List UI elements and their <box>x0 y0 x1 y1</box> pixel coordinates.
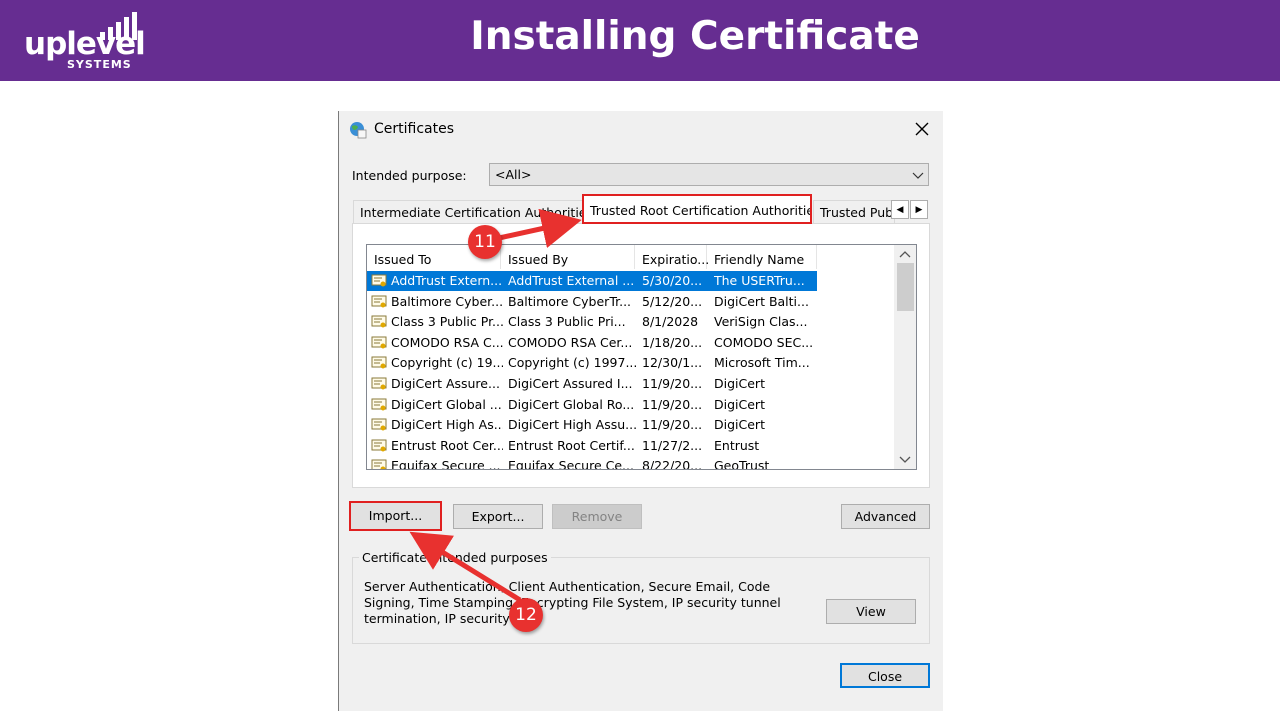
import-button[interactable]: Import... <box>349 501 442 531</box>
table-cell: Copyright (c) 1997... <box>508 355 636 371</box>
step-callout-11: 11 <box>468 225 502 259</box>
table-cell: 5/12/20... <box>642 293 703 309</box>
slide-title: Installing Certificate <box>470 14 920 59</box>
table-cell: 12/30/1... <box>642 355 703 371</box>
column-header-expiration[interactable]: Expiratio... <box>635 245 709 269</box>
table-cell: COMODO SEC... <box>714 334 814 350</box>
table-cell: DigiCert Assure... <box>391 376 500 391</box>
table-cell: Equifax Secure Ce... <box>508 458 634 470</box>
table-cell: Entrust <box>714 437 760 453</box>
table-cell: 5/30/20... <box>642 273 703 288</box>
certificates-dialog: Certificates Intended purpose: <All> Int… <box>338 111 943 711</box>
table-row[interactable]: DigiCert Global ... DigiCert Global Ro...… <box>367 395 817 415</box>
table-row[interactable]: Copyright (c) 19... Copyright (c) 1997...… <box>367 353 817 373</box>
table-cell: DigiCert Global Ro... <box>508 396 635 412</box>
scroll-down-icon[interactable] <box>898 452 912 466</box>
table-row[interactable]: COMODO RSA C... COMODO RSA Cer... 1/18/20.… <box>367 333 817 353</box>
table-cell: 11/9/20... <box>642 376 703 391</box>
close-icon[interactable] <box>913 120 931 138</box>
table-row[interactable]: Equifax Secure ... Equifax Secure Ce... 8/… <box>367 456 817 470</box>
table-cell: DigiCert Balti... <box>714 293 809 309</box>
tab-scroll-right-button[interactable]: ▶ <box>910 200 928 219</box>
tab-scroll-arrows: ◀ ▶ <box>891 200 929 220</box>
table-cell: Entrust Root Cer... <box>391 437 503 453</box>
table-cell: COMODO RSA C... <box>391 334 503 350</box>
column-header-issued-by[interactable]: Issued By <box>501 245 635 269</box>
table-cell: DigiCert <box>714 417 765 433</box>
table-cell: 11/9/20... <box>642 417 703 433</box>
certificate-list[interactable]: Issued To Issued By Expiratio... Friendl… <box>366 244 917 470</box>
table-row[interactable]: AddTrust Extern... AddTrust External ... 5… <box>367 271 817 291</box>
scroll-thumb[interactable] <box>897 263 914 311</box>
table-row[interactable]: DigiCert Assure... DigiCert Assured I... 1… <box>367 374 817 394</box>
remove-button[interactable]: Remove <box>552 504 642 529</box>
table-cell: Copyright (c) 19... <box>391 355 503 371</box>
table-row[interactable]: DigiCert High As... DigiCert High Assu...… <box>367 415 817 435</box>
table-cell: Entrust Root Certif... <box>508 437 635 453</box>
table-cell: DigiCert Assured I... <box>508 376 633 391</box>
advanced-button[interactable]: Advanced <box>841 504 930 529</box>
table-cell: Equifax Secure ... <box>391 458 501 470</box>
view-button[interactable]: View <box>826 599 916 624</box>
certificate-icon <box>371 398 387 411</box>
table-row[interactable]: Class 3 Public Pr... Class 3 Public Pri..… <box>367 312 817 332</box>
certificate-icon <box>371 274 387 287</box>
table-cell: Microsoft Tim... <box>714 355 810 371</box>
table-row[interactable]: Baltimore Cyber... Baltimore CyberTr... 5/… <box>367 292 817 312</box>
table-cell: DigiCert High As... <box>391 417 503 433</box>
tab-scroll-left-button[interactable]: ◀ <box>891 200 909 219</box>
close-button[interactable]: Close <box>840 663 930 688</box>
step-callout-12: 12 <box>509 598 543 632</box>
list-scrollbar[interactable] <box>894 245 916 469</box>
purposes-group-label: Certificate intended purposes <box>359 550 551 565</box>
purposes-text: Server Authentication, Client Authentica… <box>364 579 781 626</box>
table-cell: 8/1/2028 <box>642 314 699 330</box>
logo-subtitle: SYSTEMS <box>67 58 132 71</box>
table-row[interactable]: Entrust Root Cer... Entrust Root Certif..… <box>367 436 817 456</box>
table-cell: 1/18/20... <box>642 334 703 350</box>
table-cell: COMODO RSA Cer... <box>508 334 633 350</box>
table-cell: 8/22/20... <box>642 458 703 470</box>
table-cell: Baltimore CyberTr... <box>508 293 632 309</box>
export-button[interactable]: Export... <box>453 504 543 529</box>
certificate-icon <box>371 336 387 349</box>
certificate-icon <box>371 439 387 452</box>
certificate-icon <box>371 295 387 308</box>
tab-trusted-publishers[interactable]: Trusted Publishers <box>813 200 895 223</box>
table-cell: Baltimore Cyber... <box>391 293 503 309</box>
table-cell: Class 3 Public Pr... <box>391 314 503 330</box>
chevron-down-icon <box>912 172 924 179</box>
tab-trusted-root-ca[interactable]: Trusted Root Certification Authorities <box>582 194 812 224</box>
certificate-icon <box>371 459 387 469</box>
intended-purpose-value: <All> <box>495 167 532 182</box>
intended-purpose-label: Intended purpose: <box>352 168 467 183</box>
table-cell: 11/27/2... <box>642 437 703 453</box>
table-cell: The USERTru... <box>714 273 805 288</box>
table-cell: AddTrust External ... <box>508 273 635 288</box>
certificate-globe-icon <box>350 122 367 139</box>
table-cell: DigiCert <box>714 376 765 391</box>
certificate-icon <box>371 377 387 390</box>
table-cell: DigiCert <box>714 396 765 412</box>
dialog-title: Certificates <box>374 121 455 137</box>
certificate-icon <box>371 315 387 328</box>
table-cell: AddTrust Extern... <box>391 273 503 288</box>
tab-intermediate-ca[interactable]: Intermediate Certification Authorities <box>353 200 583 223</box>
table-cell: Class 3 Public Pri... <box>508 314 626 330</box>
certificate-icon <box>371 356 387 369</box>
table-cell: 11/9/20... <box>642 396 703 412</box>
certificate-icon <box>371 418 387 431</box>
slide-banner: uplevel SYSTEMS Installing Certificate <box>0 0 1280 81</box>
column-header-friendly-name[interactable]: Friendly Name <box>707 245 817 269</box>
table-cell: GeoTrust <box>714 458 770 470</box>
intended-purpose-select[interactable]: <All> <box>489 163 929 186</box>
scroll-up-icon[interactable] <box>898 248 912 262</box>
table-cell: VeriSign Clas... <box>714 314 808 330</box>
table-cell: DigiCert Global ... <box>391 396 502 412</box>
table-cell: DigiCert High Assu... <box>508 417 636 433</box>
